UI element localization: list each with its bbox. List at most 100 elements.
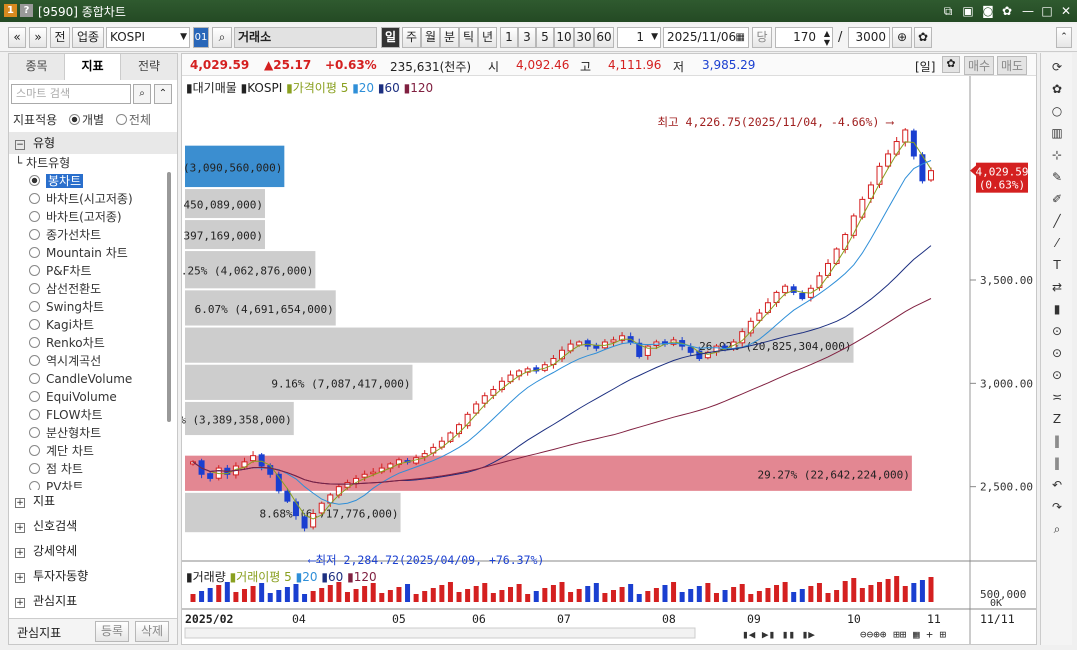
sell-button[interactable]: 매도 — [997, 56, 1028, 75]
tab-stock[interactable]: 종목 — [9, 54, 65, 80]
minimize-button[interactable]: — — [1020, 3, 1036, 19]
grid2-icon[interactable]: ‖ — [1049, 455, 1065, 471]
tab-indicator[interactable]: 지표 — [65, 54, 121, 80]
link-icon[interactable]: ▣ — [960, 3, 976, 19]
chart-type-item[interactable]: 계단 차트 — [29, 442, 94, 460]
interval-30[interactable]: 30 — [574, 27, 594, 48]
chart-type-item[interactable]: PV차트 — [29, 478, 84, 490]
search-icon[interactable]: ⌕ — [1049, 521, 1065, 537]
circle-icon[interactable]: ○ — [1049, 103, 1065, 119]
settings-icon[interactable]: ✿ — [999, 3, 1015, 19]
count-stepper[interactable]: 170 ▲ ▼ — [775, 27, 833, 48]
period-day[interactable]: 일 — [381, 27, 400, 48]
volume-bar — [722, 590, 728, 602]
dang-button[interactable]: 당 — [752, 27, 772, 48]
auto-line-icon[interactable]: ⁄ — [1049, 235, 1065, 251]
restore-icon[interactable]: ⧉ — [940, 3, 956, 19]
camera-icon[interactable]: ◙ — [980, 3, 996, 19]
chart-type-item[interactable]: EquiVolume — [29, 388, 117, 406]
tab-strategy[interactable]: 전략 — [121, 54, 177, 80]
candle-body — [584, 340, 591, 347]
type-section[interactable]: − 유형 — [9, 132, 177, 154]
chart-type-item[interactable]: 바차트(시고저종) — [29, 190, 133, 208]
delete-button[interactable]: 삭제 — [135, 621, 169, 642]
chart-type-label: 종가선차트 — [46, 228, 102, 242]
period-year[interactable]: 년 — [478, 27, 497, 48]
chart-type-item[interactable]: 삼선전환도 — [29, 280, 101, 298]
pen2-icon[interactable]: ✐ — [1049, 191, 1065, 207]
prev-button[interactable]: « — [8, 27, 26, 48]
scale-icon[interactable]: ≍ — [1049, 389, 1065, 405]
interval-10[interactable]: 10 — [554, 27, 574, 48]
total-count-field[interactable]: 3000 — [848, 27, 890, 48]
candle-icon[interactable]: ▮ — [1049, 301, 1065, 317]
redo-icon[interactable]: ↷ — [1049, 499, 1065, 515]
zoom-in-icon[interactable]: ⊕ — [892, 27, 912, 48]
refresh-icon[interactable]: ⟳ — [1049, 59, 1065, 75]
zoom-icon[interactable]: ⊙ — [1049, 323, 1065, 339]
zoom3-icon[interactable]: ⊙ — [1049, 367, 1065, 383]
chart-gear-icon[interactable]: ✿ — [942, 56, 960, 73]
period-tick[interactable]: 틱 — [459, 27, 478, 48]
grid-icon[interactable]: ‖ — [1049, 433, 1065, 449]
chart-type-item[interactable]: CandleVolume — [29, 370, 132, 388]
chart-type-item[interactable]: 종가선차트 — [29, 226, 101, 244]
radio-individual[interactable]: 개별 — [69, 113, 104, 127]
z-icon[interactable]: Z — [1049, 411, 1065, 427]
jeon-button[interactable]: 전 — [50, 27, 70, 48]
gear-icon[interactable]: ✿ — [914, 27, 932, 48]
cross-icon[interactable]: ⊹ — [1049, 147, 1065, 163]
chart-type-item[interactable]: 바차트(고저종) — [29, 208, 122, 226]
chart-type-item[interactable]: Swing차트 — [29, 298, 104, 316]
interval-1[interactable]: 1 — [500, 27, 518, 48]
interval-3[interactable]: 3 — [518, 27, 536, 48]
period-minute[interactable]: 분 — [440, 27, 459, 48]
stepper-icon[interactable]: ▲ ▼ — [824, 29, 830, 47]
code-icon[interactable]: 01 — [193, 27, 209, 48]
search-icon[interactable]: ⌕ — [133, 84, 151, 104]
chart-type-item[interactable]: Kagi차트 — [29, 316, 94, 334]
register-button[interactable]: 등록 — [95, 621, 129, 642]
chart-area[interactable]: 4,029.59 ▲25.17 +0.63% 235,631(천주) 시 4,0… — [181, 53, 1037, 645]
chart-type-item[interactable]: 분산형차트 — [29, 424, 101, 442]
symbol-select[interactable]: KOSPI ▼ — [106, 27, 190, 48]
date-field[interactable]: 2025/11/06 ▦ — [663, 27, 749, 48]
bar-icon[interactable]: ▥ — [1049, 125, 1065, 141]
text-icon[interactable]: T — [1049, 257, 1065, 273]
upjong-button[interactable]: 업종 — [72, 27, 104, 48]
buy-button[interactable]: 매수 — [964, 56, 995, 75]
auto-icon[interactable]: ⇄ — [1049, 279, 1065, 295]
period-month[interactable]: 월 — [421, 27, 440, 48]
chart-type-item[interactable]: 봉차트 — [29, 172, 84, 190]
chart-type-item[interactable]: Renko차트 — [29, 334, 105, 352]
maximize-button[interactable]: □ — [1039, 3, 1055, 19]
line-icon[interactable]: ╱ — [1049, 213, 1065, 229]
undo-icon[interactable]: ↶ — [1049, 477, 1065, 493]
chart-type-item[interactable]: FLOW차트 — [29, 406, 103, 424]
next-button[interactable]: » — [29, 27, 47, 48]
collapse-icon[interactable]: ⌃ — [1056, 27, 1072, 48]
section-2[interactable]: + 신호검색 — [15, 517, 77, 535]
help-icon[interactable]: ? — [20, 4, 33, 17]
gear-icon[interactable]: ✿ — [1049, 81, 1065, 97]
interval-5[interactable]: 5 — [536, 27, 554, 48]
chart-type-item[interactable]: 역시계곡선 — [29, 352, 101, 370]
count-select[interactable]: 1 ▼ — [617, 27, 661, 48]
search-icon[interactable]: ⌕ — [212, 27, 232, 48]
section-1[interactable]: + 지표 — [15, 492, 55, 510]
double-up-icon[interactable]: ⌃ — [154, 84, 172, 104]
zoom2-icon[interactable]: ⊙ — [1049, 345, 1065, 361]
section-5[interactable]: + 관심지표 — [15, 592, 77, 610]
pen-icon[interactable]: ✎ — [1049, 169, 1065, 185]
interval-60[interactable]: 60 — [594, 27, 614, 48]
section-3[interactable]: + 강세약세 — [15, 542, 77, 560]
period-week[interactable]: 주 — [402, 27, 421, 48]
chart-type-item[interactable]: Mountain 차트 — [29, 244, 128, 262]
smart-search-input[interactable]: 스마트 검색 — [11, 84, 131, 104]
chart-type-item[interactable]: 점 차트 — [29, 460, 83, 478]
section-4[interactable]: + 투자자동향 — [15, 567, 88, 585]
chart-type-item[interactable]: P&F차트 — [29, 262, 92, 280]
tree-scrollbar[interactable] — [167, 172, 171, 422]
close-button[interactable]: ✕ — [1058, 3, 1074, 19]
radio-all[interactable]: 전체 — [115, 113, 151, 127]
